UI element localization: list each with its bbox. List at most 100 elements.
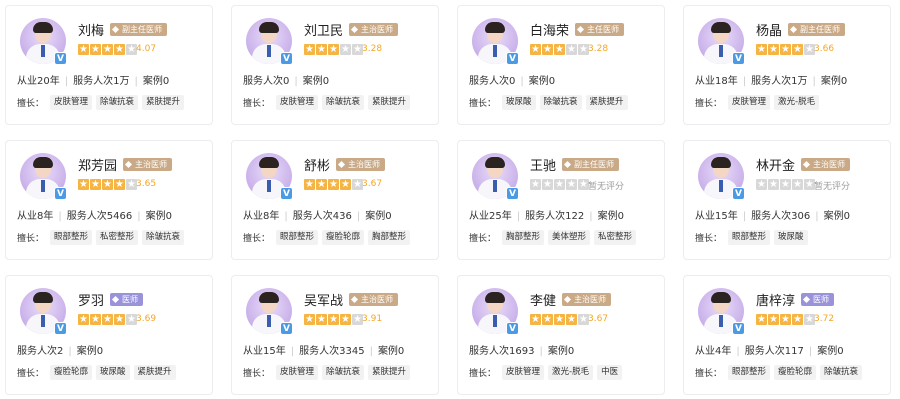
specialty-tag[interactable]: 紧肤提升 <box>368 365 411 380</box>
title-badge: 主治医师 <box>562 293 611 306</box>
specialty-tag[interactable]: 瘦脸轮廓 <box>322 230 365 245</box>
title-badge: 主治医师 <box>349 23 398 36</box>
doctor-card[interactable]: V 舒彬 主治医师 ★★★★★ 3.67 从业8年服务人次436案例0 擅长： … <box>231 140 439 260</box>
rating-stars: ★ ★ ★ ★ ★ <box>756 179 815 190</box>
doctor-name[interactable]: 唐梓淳 <box>756 290 795 309</box>
doctor-name[interactable]: 李健 <box>530 290 556 309</box>
title-badge: 主任医师 <box>575 23 624 36</box>
doctor-name[interactable]: 林开金 <box>756 155 795 174</box>
doctor-name[interactable]: 刘梅 <box>78 20 104 39</box>
star-icon: ★ <box>328 44 339 55</box>
doctor-card[interactable]: V 吴军战 主治医师 ★★★★★ 3.91 从业15年服务人次3345案例0 擅… <box>231 275 439 395</box>
rating-value: 3.67 <box>362 179 383 189</box>
title-badge: 主治医师 <box>349 293 398 306</box>
verified-icon: V <box>280 52 293 65</box>
star-icon: ★ <box>542 314 553 325</box>
specialty-tag[interactable]: 皮肤管理 <box>502 365 545 380</box>
star-icon: ★ <box>792 44 803 55</box>
specialty-tag[interactable]: 瘦脸轮廓 <box>774 365 817 380</box>
specialty-tag[interactable]: 激光-脱毛 <box>774 95 820 110</box>
specialty-tag[interactable]: 瘦脸轮廓 <box>50 365 93 380</box>
specialty-tag[interactable]: 除皱抗衰 <box>322 365 365 380</box>
doctor-card[interactable]: V 杨晶 副主任医师 ★★★★★ 3.66 从业18年服务人次1万案例0 擅长：… <box>683 5 891 125</box>
specialty-tag[interactable]: 眼部整形 <box>50 230 93 245</box>
specialty-tag[interactable]: 中医 <box>597 365 623 380</box>
doctor-name[interactable]: 罗羽 <box>78 290 104 309</box>
tags-label: 擅长： <box>695 234 723 244</box>
verified-icon: V <box>280 187 293 200</box>
doctor-name[interactable]: 舒彬 <box>304 155 330 174</box>
specialty-tag[interactable]: 皮肤管理 <box>276 95 319 110</box>
rating-stars: ★ ★ ★ ★ ★ <box>756 44 815 55</box>
doctor-name[interactable]: 白海荣 <box>530 20 569 39</box>
rating-stars: ★ ★ ★ ★ ★ <box>304 44 363 55</box>
specialty-tag[interactable]: 除皱抗衰 <box>96 95 139 110</box>
title-badge: 副主任医师 <box>562 158 619 171</box>
tags-label: 擅长： <box>17 234 45 244</box>
stat-item: 服务人次1万 <box>60 72 129 87</box>
stat-item: 服务人次122 <box>512 207 584 222</box>
specialty-tag[interactable]: 眼部整形 <box>728 365 771 380</box>
specialty-tags: 擅长： 眼部整形 私密整形 除皱抗衰 <box>17 230 185 245</box>
doctor-card[interactable]: V 王驰 副主任医师 ★★★★★ 暂无评分 从业25年服务人次122案例0 擅长… <box>457 140 665 260</box>
specialty-tag[interactable]: 除皱抗衰 <box>539 95 582 110</box>
specialty-tag[interactable]: 除皱抗衰 <box>820 365 863 380</box>
specialty-tag[interactable]: 玻尿酸 <box>774 230 808 245</box>
specialty-tag[interactable]: 胸部整形 <box>502 230 545 245</box>
stat-item: 从业8年 <box>17 211 54 222</box>
doctor-card[interactable]: V 李健 主治医师 ★★★★★ 3.67 服务人次1693案例0 擅长： 皮肤管… <box>457 275 665 395</box>
specialty-tag[interactable]: 美体塑形 <box>548 230 591 245</box>
doctor-card[interactable]: V 林开金 主治医师 ★★★★★ 暂无评分 从业15年服务人次306案例0 擅长… <box>683 140 891 260</box>
star-icon: ★ <box>304 314 315 325</box>
specialty-tag[interactable]: 除皱抗衰 <box>322 95 365 110</box>
specialty-tag[interactable]: 紧肤提升 <box>585 95 628 110</box>
stat-item: 从业25年 <box>469 211 512 222</box>
doctor-stats: 从业8年服务人次5466案例0 <box>17 207 172 222</box>
specialty-tag[interactable]: 皮肤管理 <box>276 365 319 380</box>
rating-stars: ★ ★ ★ ★ ★ <box>530 179 589 190</box>
tags-label: 擅长： <box>17 369 45 379</box>
star-icon: ★ <box>78 179 89 190</box>
star-icon: ★ <box>768 179 779 190</box>
specialty-tag[interactable]: 紧肤提升 <box>133 365 176 380</box>
specialty-tag[interactable]: 私密整形 <box>96 230 139 245</box>
specialty-tag[interactable]: 除皱抗衰 <box>142 230 185 245</box>
doctor-stats: 服务人次0案例0 <box>243 72 329 87</box>
doctor-card[interactable]: V 白海荣 主任医师 ★★★★★ 3.28 服务人次0案例0 擅长： 玻尿酸除皱… <box>457 5 665 125</box>
doctor-card[interactable]: V 罗羽 医师 ★★★★★ 3.69 服务人次2案例0 擅长： 瘦脸轮廓玻尿酸紧… <box>5 275 213 395</box>
specialty-tag[interactable]: 紧肤提升 <box>368 95 411 110</box>
doctor-name[interactable]: 刘卫民 <box>304 20 343 39</box>
doctor-name[interactable]: 杨晶 <box>756 20 782 39</box>
doctor-name[interactable]: 王驰 <box>530 155 556 174</box>
doctor-card[interactable]: V 唐梓淳 医师 ★★★★★ 3.72 从业4年服务人次117案例0 擅长： 眼… <box>683 275 891 395</box>
doctor-card[interactable]: V 郑芳园 主治医师 ★★★★★ 3.65 从业8年服务人次5466案例0 擅长… <box>5 140 213 260</box>
rating-value: 暂无评分 <box>588 182 625 192</box>
rating-value: 3.91 <box>362 314 383 324</box>
star-icon: ★ <box>102 314 113 325</box>
specialty-tag[interactable]: 眼部整形 <box>728 230 771 245</box>
specialty-tag[interactable]: 皮肤管理 <box>728 95 771 110</box>
specialty-tag[interactable]: 玻尿酸 <box>502 95 536 110</box>
doctor-card[interactable]: V 刘梅 副主任医师 ★★★★★ 4.07 从业20年服务人次1万案例0 擅长：… <box>5 5 213 125</box>
specialty-tags: 擅长： 皮肤管理 除皱抗衰 紧肤提升 <box>243 95 411 110</box>
stat-item: 服务人次1万 <box>738 72 807 87</box>
doctor-name[interactable]: 郑芳园 <box>78 155 117 174</box>
title-badge: 主治医师 <box>801 158 850 171</box>
specialty-tag[interactable]: 眼部整形 <box>276 230 319 245</box>
stat-item: 从业15年 <box>695 211 738 222</box>
doctor-card[interactable]: V 刘卫民 主治医师 ★★★★★ 3.28 服务人次0案例0 擅长： 皮肤管理除… <box>231 5 439 125</box>
stat-item: 案例0 <box>352 207 391 222</box>
star-icon: ★ <box>102 179 113 190</box>
specialty-tag[interactable]: 皮肤管理 <box>50 95 93 110</box>
star-icon: ★ <box>554 44 565 55</box>
star-icon: ★ <box>316 314 327 325</box>
specialty-tag[interactable]: 激光-脱毛 <box>548 365 594 380</box>
verified-icon: V <box>54 322 67 335</box>
specialty-tag[interactable]: 私密整形 <box>594 230 637 245</box>
star-icon: ★ <box>554 314 565 325</box>
specialty-tag[interactable]: 玻尿酸 <box>96 365 130 380</box>
specialty-tag[interactable]: 紧肤提升 <box>142 95 185 110</box>
doctor-name[interactable]: 吴军战 <box>304 290 343 309</box>
tags-label: 擅长： <box>243 369 271 379</box>
specialty-tag[interactable]: 胸部整形 <box>368 230 411 245</box>
